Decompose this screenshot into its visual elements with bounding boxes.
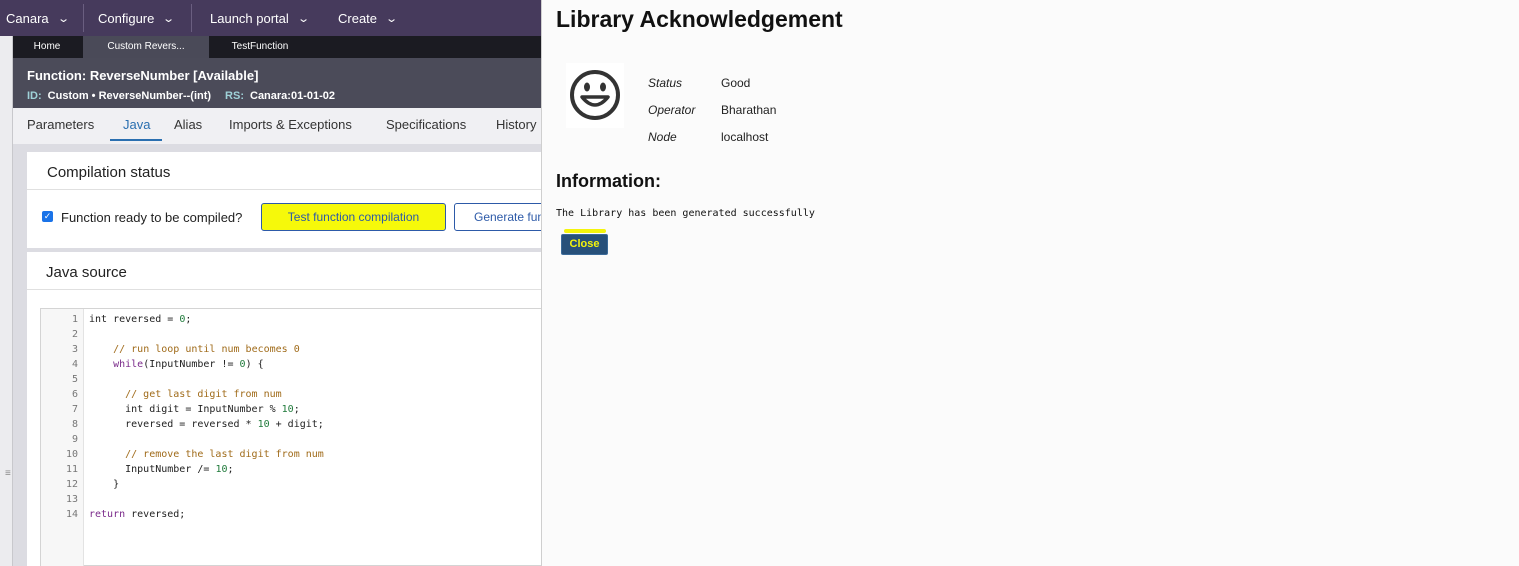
divider: [27, 289, 542, 290]
node-label: Node: [648, 130, 677, 144]
active-tab-underline: [110, 139, 162, 141]
ready-to-compile-label: Function ready to be compiled?: [61, 210, 243, 225]
information-message: The Library has been generated successfu…: [556, 208, 815, 219]
line-number: 7: [71, 404, 78, 415]
tab-history[interactable]: History: [496, 117, 536, 132]
doc-tab-custom-reverse[interactable]: Custom Revers...: [83, 36, 209, 58]
rs-value: Canara:01-01-02: [250, 90, 335, 102]
operator-label: Operator: [648, 103, 696, 117]
compilation-status-card: Compilation status ✓ Function ready to b…: [27, 152, 542, 248]
line-number: 9: [71, 434, 78, 445]
rs-label: RS:: [225, 90, 244, 102]
menu-configure[interactable]: Configure ⌄: [98, 0, 176, 36]
rule-tabs: Parameters Java Alias Imports & Exceptio…: [13, 108, 542, 144]
code-line: InputNumber /= 10;: [89, 464, 234, 475]
code-line: return reversed;: [89, 509, 186, 520]
id-label: ID:: [27, 90, 42, 102]
code-line: // get last digit from num: [125, 389, 282, 400]
test-function-compilation-button[interactable]: Test function compilation: [261, 203, 446, 231]
menu-canara[interactable]: Canara ⌄: [6, 0, 70, 36]
tab-parameters[interactable]: Parameters: [27, 117, 94, 132]
ready-to-compile-checkbox[interactable]: ✓: [42, 211, 53, 222]
line-number: 4: [71, 359, 78, 370]
doc-tab-testfunction[interactable]: TestFunction: [213, 36, 307, 58]
operator-value: Bharathan: [721, 103, 777, 117]
line-number: 12: [65, 479, 78, 490]
code-line: // remove the last digit from num: [125, 449, 324, 460]
code-line: int digit = InputNumber % 10;: [89, 404, 300, 415]
line-number: 6: [71, 389, 78, 400]
rule-identifiers: ID: Custom • ReverseNumber--(int) RS: Ca…: [27, 90, 335, 102]
id-value: Custom • ReverseNumber--(int): [47, 90, 212, 102]
tab-alias[interactable]: Alias: [174, 117, 202, 132]
menu-launch-portal-label: Launch portal: [210, 10, 289, 26]
java-source-title: Java source: [46, 264, 127, 281]
dialog-title: Library Acknowledgement: [556, 6, 843, 32]
compilation-status-title: Compilation status: [47, 164, 171, 181]
menu-create[interactable]: Create ⌄: [338, 0, 399, 36]
tab-imports-exceptions[interactable]: Imports & Exceptions: [229, 117, 352, 132]
highlight-mark: [564, 229, 606, 233]
library-acknowledgement-panel: Library Acknowledgement Status Good Oper…: [541, 0, 1519, 566]
app-window: Canara ⌄ Configure ⌄ Launch portal ⌄ Cre…: [0, 0, 542, 566]
top-menu-bar: Canara ⌄ Configure ⌄ Launch portal ⌄ Cre…: [0, 0, 542, 36]
menu-canara-label: Canara: [6, 10, 49, 26]
menu-create-label: Create: [338, 10, 378, 26]
status-value: Good: [721, 76, 751, 90]
status-label: Status: [648, 76, 683, 90]
left-rail: ≡: [0, 36, 13, 566]
line-number: 14: [65, 509, 78, 520]
menu-configure-label: Configure: [98, 10, 155, 26]
line-number: 8: [71, 419, 78, 430]
code-line: int reversed = 0;: [89, 314, 192, 325]
line-number: 5: [71, 374, 78, 385]
code-editor[interactable]: 1 2 3 4 5 6 7 8 9 10 11 12 13 14 int rev…: [40, 308, 542, 566]
generate-function-button[interactable]: Generate function: [454, 203, 542, 231]
divider: [27, 189, 542, 190]
chevron-down-icon: ⌄: [296, 12, 310, 25]
line-number: 13: [65, 494, 78, 505]
code-line: // run loop until num becomes 0: [113, 344, 300, 355]
chevron-down-icon: ⌄: [385, 12, 399, 25]
doc-tab-label: Home: [33, 41, 61, 52]
chevron-down-icon: ⌄: [56, 12, 70, 25]
doc-tab-label: TestFunction: [231, 41, 289, 52]
menu-divider: [83, 4, 84, 32]
rule-title: Function: ReverseNumber [Available]: [27, 68, 259, 83]
line-number: 1: [71, 314, 78, 325]
menu-divider: [191, 4, 192, 32]
document-tabs: Home Custom Revers... TestFunction: [13, 36, 542, 58]
menu-launch-portal[interactable]: Launch portal ⌄: [210, 0, 310, 36]
code-line: while(InputNumber != 0) {: [113, 359, 264, 370]
doc-tab-home[interactable]: Home: [13, 36, 81, 58]
code-line: }: [89, 479, 120, 490]
node-value: localhost: [721, 130, 769, 144]
close-button[interactable]: Close: [561, 234, 608, 255]
chevron-down-icon: ⌄: [162, 12, 176, 25]
rule-header: Function: ReverseNumber [Available] ID: …: [13, 58, 542, 108]
line-number: 11: [65, 464, 78, 475]
information-heading: Information:: [556, 171, 661, 191]
tab-specifications[interactable]: Specifications: [386, 117, 466, 132]
tab-java[interactable]: Java: [123, 117, 150, 132]
smiley-face-icon: [566, 63, 624, 128]
line-number: 3: [71, 344, 78, 355]
line-number-gutter: 1 2 3 4 5 6 7 8 9 10 11 12 13 14: [41, 309, 84, 566]
resize-grip-icon[interactable]: ≡: [5, 468, 11, 479]
line-number: 2: [71, 329, 78, 340]
line-number: 10: [65, 449, 78, 460]
code-line: reversed = reversed * 10 + digit;: [89, 419, 324, 430]
doc-tab-label: Custom Revers...: [107, 41, 185, 52]
